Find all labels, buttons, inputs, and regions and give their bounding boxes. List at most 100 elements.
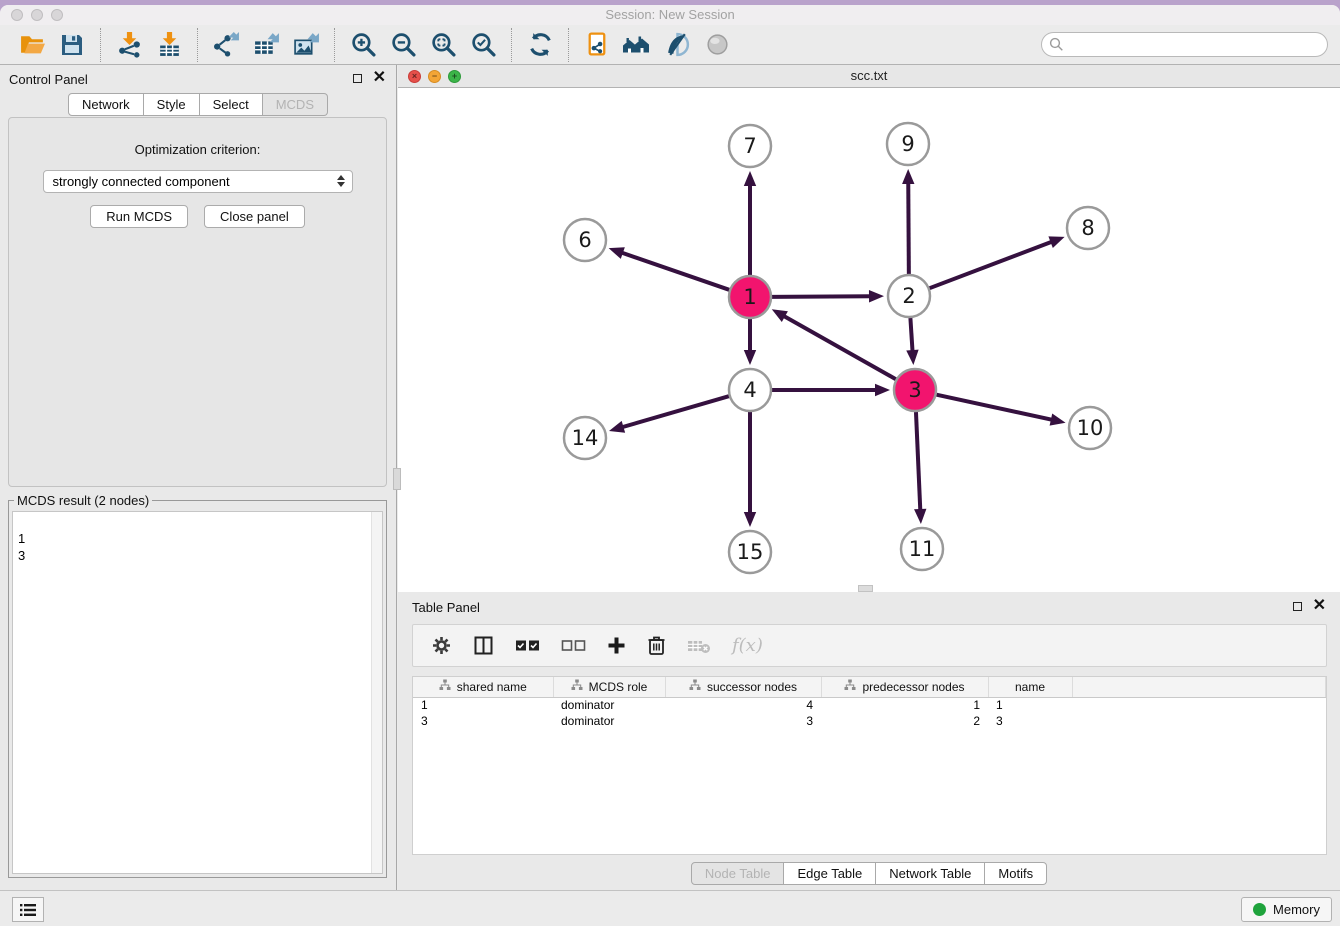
- edge-4-14[interactable]: [621, 396, 728, 427]
- toggle-panel-layout-icon[interactable]: [473, 635, 494, 656]
- import-table-icon[interactable]: [153, 29, 185, 61]
- toolbar-separator: [568, 28, 569, 62]
- network-window-titlebar: × − + scc.txt: [398, 65, 1340, 88]
- task-history-button[interactable]: [12, 897, 44, 922]
- close-table-panel-icon[interactable]: ✕: [1313, 601, 1326, 611]
- tab-network[interactable]: Network: [68, 93, 144, 116]
- graph-node-label: 9: [901, 132, 914, 156]
- visibility-disabled-icon: [701, 29, 733, 61]
- tab-edge-table[interactable]: Edge Table: [784, 862, 876, 885]
- delete-table-icon: [687, 638, 711, 654]
- result-scrollbar[interactable]: [371, 512, 382, 873]
- toolbar-separator: [334, 28, 335, 62]
- export-table-icon[interactable]: [250, 29, 282, 61]
- memory-status-icon: [1253, 903, 1266, 916]
- app-window: Session: New Session: [0, 5, 1340, 926]
- create-column-icon[interactable]: [607, 636, 626, 655]
- zoom-out-icon[interactable]: [387, 29, 419, 61]
- tab-mcds[interactable]: MCDS: [263, 93, 328, 116]
- apply-preferred-layout-icon[interactable]: [524, 29, 556, 61]
- edge-1-2[interactable]: [772, 296, 871, 297]
- horizontal-split-handle[interactable]: [858, 585, 873, 592]
- table-tabs: Node TableEdge TableNetwork TableMotifs: [398, 862, 1340, 885]
- mcds-result-list[interactable]: 1 3: [12, 511, 383, 874]
- zoom-fit-icon[interactable]: [427, 29, 459, 61]
- delete-columns-icon[interactable]: [647, 635, 666, 656]
- select-all-columns-icon[interactable]: [515, 639, 540, 652]
- close-panel-button[interactable]: Close panel: [204, 205, 305, 228]
- edge-arrowhead: [1050, 413, 1066, 425]
- clone-network-icon[interactable]: [581, 29, 613, 61]
- edge-2-8[interactable]: [930, 241, 1053, 288]
- table-row[interactable]: 3dominator323: [413, 713, 1326, 729]
- unselect-all-columns-icon[interactable]: [561, 639, 586, 652]
- window-zoom-icon[interactable]: [51, 9, 63, 21]
- column-header-mcds-role[interactable]: MCDS role: [553, 677, 665, 697]
- toolbar-separator: [511, 28, 512, 62]
- cell: dominator: [553, 713, 665, 729]
- window-controls: [11, 9, 63, 21]
- mcds-result-values: 1 3: [18, 531, 25, 563]
- close-panel-icon[interactable]: ✕: [373, 73, 386, 83]
- cell: 1: [821, 697, 988, 713]
- list-icon: [18, 902, 38, 918]
- cell: 1: [413, 697, 553, 713]
- tab-motifs[interactable]: Motifs: [985, 862, 1047, 885]
- window-minimize-icon[interactable]: [31, 9, 43, 21]
- node-table-grid[interactable]: shared nameMCDS rolesuccessor nodesprede…: [413, 677, 1326, 729]
- run-mcds-button[interactable]: Run MCDS: [90, 205, 188, 228]
- graphics-details-icon[interactable]: [661, 29, 693, 61]
- column-header-shared-name[interactable]: shared name: [413, 677, 553, 697]
- mcds-result-group: MCDS result (2 nodes) 1 3: [8, 493, 387, 878]
- edge-1-6[interactable]: [621, 252, 729, 289]
- zoom-selected-icon[interactable]: [467, 29, 499, 61]
- graph-node-label: 1: [743, 285, 756, 309]
- edge-3-1[interactable]: [783, 316, 896, 380]
- vertical-split-handle[interactable]: [393, 468, 401, 490]
- save-session-icon[interactable]: [56, 29, 88, 61]
- control-panel: Control Panel ✕ NetworkStyleSelectMCDS O…: [0, 65, 397, 890]
- graph-node-label: 7: [743, 134, 756, 158]
- optimization-criterion-label: Optimization criterion:: [9, 142, 386, 157]
- show-neighbors-icon[interactable]: [621, 29, 653, 61]
- criterion-selected-value: strongly connected component: [53, 174, 230, 189]
- control-panel-tabs: NetworkStyleSelectMCDS: [0, 93, 396, 116]
- network-minimize-icon[interactable]: −: [428, 70, 441, 83]
- table-panel: Table Panel ✕: [398, 592, 1340, 890]
- memory-button[interactable]: Memory: [1241, 897, 1332, 922]
- column-header-name[interactable]: name: [988, 677, 1072, 697]
- right-area: × − + scc.txt 7968124314101511 Table Pan…: [398, 65, 1340, 890]
- edge-2-9[interactable]: [908, 182, 909, 274]
- tab-style[interactable]: Style: [144, 93, 200, 116]
- tab-network-table[interactable]: Network Table: [876, 862, 985, 885]
- edge-arrowhead: [875, 384, 890, 396]
- import-network-icon[interactable]: [113, 29, 145, 61]
- edge-2-3[interactable]: [910, 318, 912, 352]
- open-session-icon[interactable]: [16, 29, 48, 61]
- edge-arrowhead: [914, 509, 926, 524]
- search-input[interactable]: [1041, 32, 1328, 57]
- tab-node-table[interactable]: Node Table: [691, 862, 785, 885]
- cell: 3: [988, 713, 1072, 729]
- table-row[interactable]: 1dominator411: [413, 697, 1326, 713]
- cell: 3: [413, 713, 553, 729]
- column-header-predecessor-nodes[interactable]: predecessor nodes: [821, 677, 988, 697]
- network-graph[interactable]: 7968124314101511: [398, 88, 1340, 591]
- export-network-icon[interactable]: [210, 29, 242, 61]
- export-image-icon[interactable]: [290, 29, 322, 61]
- float-table-panel-icon[interactable]: [1293, 602, 1302, 611]
- float-panel-icon[interactable]: [353, 74, 362, 83]
- window-close-icon[interactable]: [11, 9, 23, 21]
- tab-select[interactable]: Select: [200, 93, 263, 116]
- criterion-select[interactable]: strongly connected component: [43, 170, 353, 193]
- control-panel-title: Control Panel: [9, 72, 88, 87]
- table-settings-icon[interactable]: [431, 635, 452, 656]
- column-header-successor-nodes[interactable]: successor nodes: [665, 677, 821, 697]
- zoom-in-icon[interactable]: [347, 29, 379, 61]
- edge-3-11[interactable]: [916, 412, 920, 511]
- network-close-icon[interactable]: ×: [408, 70, 421, 83]
- network-maximize-icon[interactable]: +: [448, 70, 461, 83]
- edge-arrowhead: [609, 247, 625, 259]
- edge-arrowhead: [744, 171, 756, 186]
- edge-3-10[interactable]: [936, 395, 1052, 420]
